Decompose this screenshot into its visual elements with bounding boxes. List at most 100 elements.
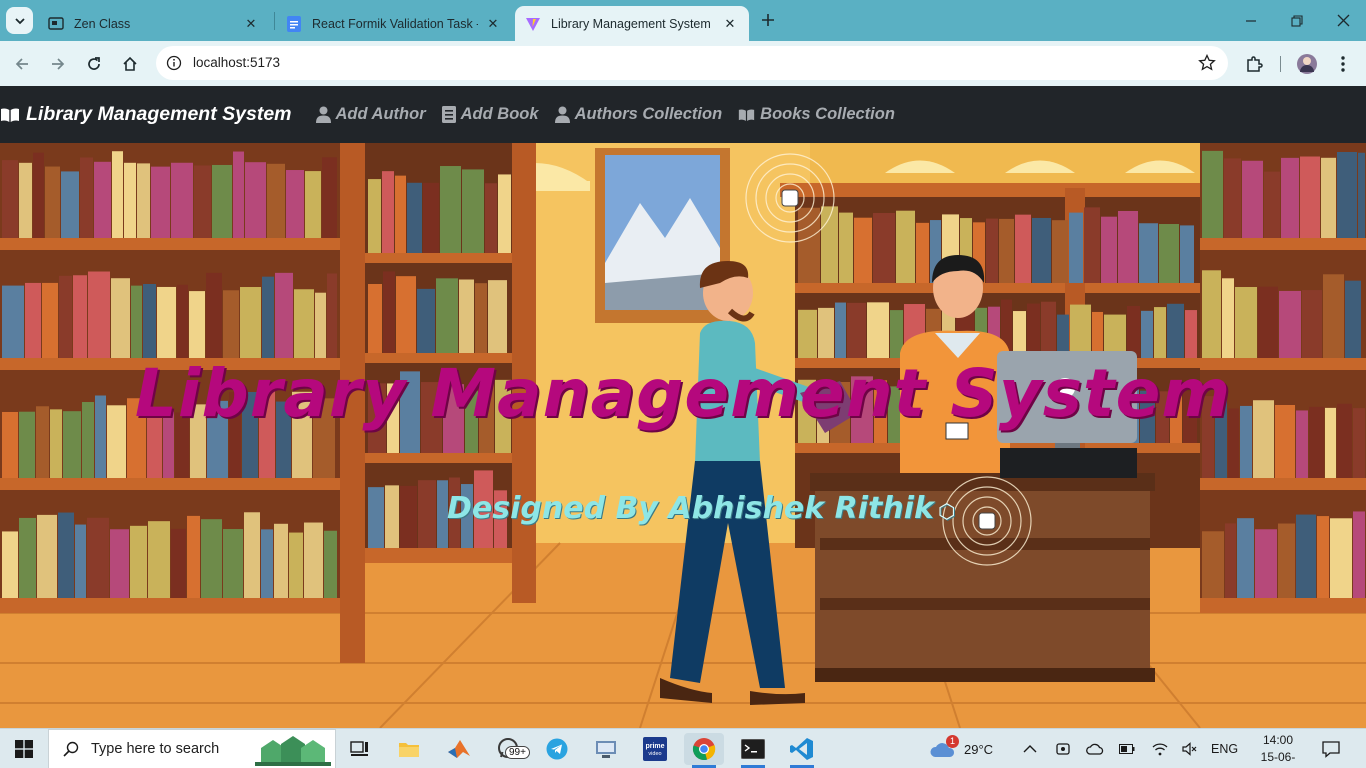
nav-add-author[interactable]: Add Author [315, 105, 426, 124]
close-window-button[interactable] [1320, 0, 1366, 41]
book-spine [847, 302, 866, 358]
browser-tab-bar: Zen Class ✕ React Formik Validation Task… [0, 0, 1366, 41]
tab-search-button[interactable] [6, 7, 33, 34]
library-illustration [0, 143, 1366, 728]
start-button[interactable] [0, 729, 48, 768]
tab-close-icon[interactable]: ✕ [484, 15, 502, 33]
book-spine [151, 166, 170, 238]
reload-button[interactable] [79, 49, 109, 79]
restore-button[interactable] [1274, 0, 1320, 41]
back-button[interactable] [7, 49, 37, 79]
vscode-icon [790, 738, 813, 760]
book-spine [368, 284, 382, 353]
profile-avatar[interactable] [1292, 49, 1322, 79]
restore-icon [1291, 14, 1303, 27]
book-spine [1041, 301, 1056, 358]
site-info-icon[interactable] [164, 53, 184, 73]
taskbar-vscode[interactable] [782, 733, 822, 768]
task-view-icon [350, 741, 368, 756]
book-spine [1032, 217, 1051, 283]
terminal-icon [741, 739, 765, 759]
extensions-button[interactable] [1239, 49, 1269, 79]
task-view-button[interactable] [340, 733, 380, 765]
minimize-button[interactable] [1228, 0, 1274, 41]
toolbar-divider [1280, 56, 1281, 72]
book-spine [189, 291, 205, 358]
book-spine [1225, 523, 1236, 598]
nav-books-collection[interactable]: Books Collection [738, 105, 895, 124]
arrow-right-icon [52, 58, 65, 70]
book-spine [275, 272, 293, 358]
tray-language[interactable]: ENG [1211, 729, 1238, 768]
nav-label: Authors Collection [574, 105, 723, 123]
book-spine [1015, 214, 1031, 283]
book-spine [382, 171, 394, 253]
book-spine [80, 157, 93, 238]
google-docs-favicon [286, 15, 302, 32]
book-spine [262, 276, 274, 358]
bookmark-star-icon[interactable] [1198, 53, 1216, 72]
taskbar-matlab[interactable] [439, 733, 479, 765]
tab-zen-class[interactable]: Zen Class ✕ [38, 6, 270, 41]
windows-logo-icon [15, 740, 33, 758]
book-spine [244, 512, 260, 598]
book-spine [212, 164, 232, 238]
brand-link[interactable]: Library Management System [0, 103, 292, 126]
forward-button[interactable] [43, 49, 73, 79]
book-spine [475, 283, 487, 353]
hero-subtitle-text: Designed By Abhishek Rithik [447, 491, 934, 526]
tab-react-formik[interactable]: React Formik Validation Task - C ✕ [276, 6, 512, 41]
camera-icon [1056, 743, 1070, 755]
tab-close-icon[interactable]: ✕ [721, 15, 739, 33]
vite-favicon [525, 16, 541, 32]
book-spine [2, 285, 24, 358]
home-button[interactable] [115, 49, 145, 79]
browser-toolbar: localhost:5173 [0, 41, 1366, 86]
clock-time: 14:00 [1262, 733, 1294, 747]
taskbar-network-app[interactable] [586, 733, 626, 765]
book-spine [223, 290, 239, 358]
book-spine [498, 174, 511, 253]
tab-close-icon[interactable]: ✕ [242, 15, 260, 33]
taskbar-clock[interactable]: 14:00 15-06-2024 [1248, 732, 1308, 768]
taskbar-search-box[interactable]: Type here to search [48, 729, 336, 768]
url-text[interactable]: localhost:5173 [193, 55, 280, 70]
tray-wifi[interactable] [1152, 729, 1168, 768]
book-spine [177, 284, 188, 358]
kebab-menu-icon [1341, 56, 1345, 72]
taskbar-file-explorer[interactable] [389, 733, 429, 765]
book-spine [423, 182, 439, 253]
monitor-network-icon [596, 741, 616, 758]
tray-battery[interactable] [1119, 729, 1135, 768]
puzzle-icon [1247, 56, 1263, 72]
taskbar-prime-video[interactable]: prime video [635, 733, 675, 765]
nav-authors-collection[interactable]: Authors Collection [554, 105, 723, 124]
weather-widget[interactable]: 1 29°C [930, 729, 993, 768]
browser-menu-button[interactable] [1328, 49, 1358, 79]
book-spine [1300, 156, 1320, 238]
taskbar-terminal[interactable] [733, 733, 773, 768]
taskbar-chrome[interactable] [684, 733, 724, 768]
book-spine [88, 271, 110, 358]
book-spine [305, 171, 321, 238]
book-spine [1139, 223, 1158, 283]
notification-center[interactable] [1322, 729, 1340, 768]
book-spine [462, 169, 484, 253]
tray-meet-now[interactable] [1055, 729, 1071, 768]
temperature: 29°C [964, 741, 994, 757]
tab-library-management[interactable]: Library Management System By ✕ [515, 6, 749, 41]
new-tab-button[interactable] [757, 9, 779, 31]
taskbar-telegram[interactable] [537, 733, 577, 765]
nav-label: Add Book [460, 105, 539, 123]
show-hidden-icons[interactable] [1023, 729, 1037, 768]
book-spine [1202, 531, 1224, 598]
book-spine [396, 276, 416, 353]
book-spine [1118, 210, 1138, 283]
tray-volume[interactable] [1182, 729, 1198, 768]
book-spine [1321, 157, 1336, 238]
nav-add-book[interactable]: Add Book [441, 105, 539, 124]
taskbar-whatsapp[interactable]: 99+ [489, 733, 530, 765]
book-spine [75, 524, 86, 598]
tray-onedrive[interactable] [1086, 729, 1104, 768]
address-bar[interactable]: localhost:5173 [156, 46, 1228, 80]
